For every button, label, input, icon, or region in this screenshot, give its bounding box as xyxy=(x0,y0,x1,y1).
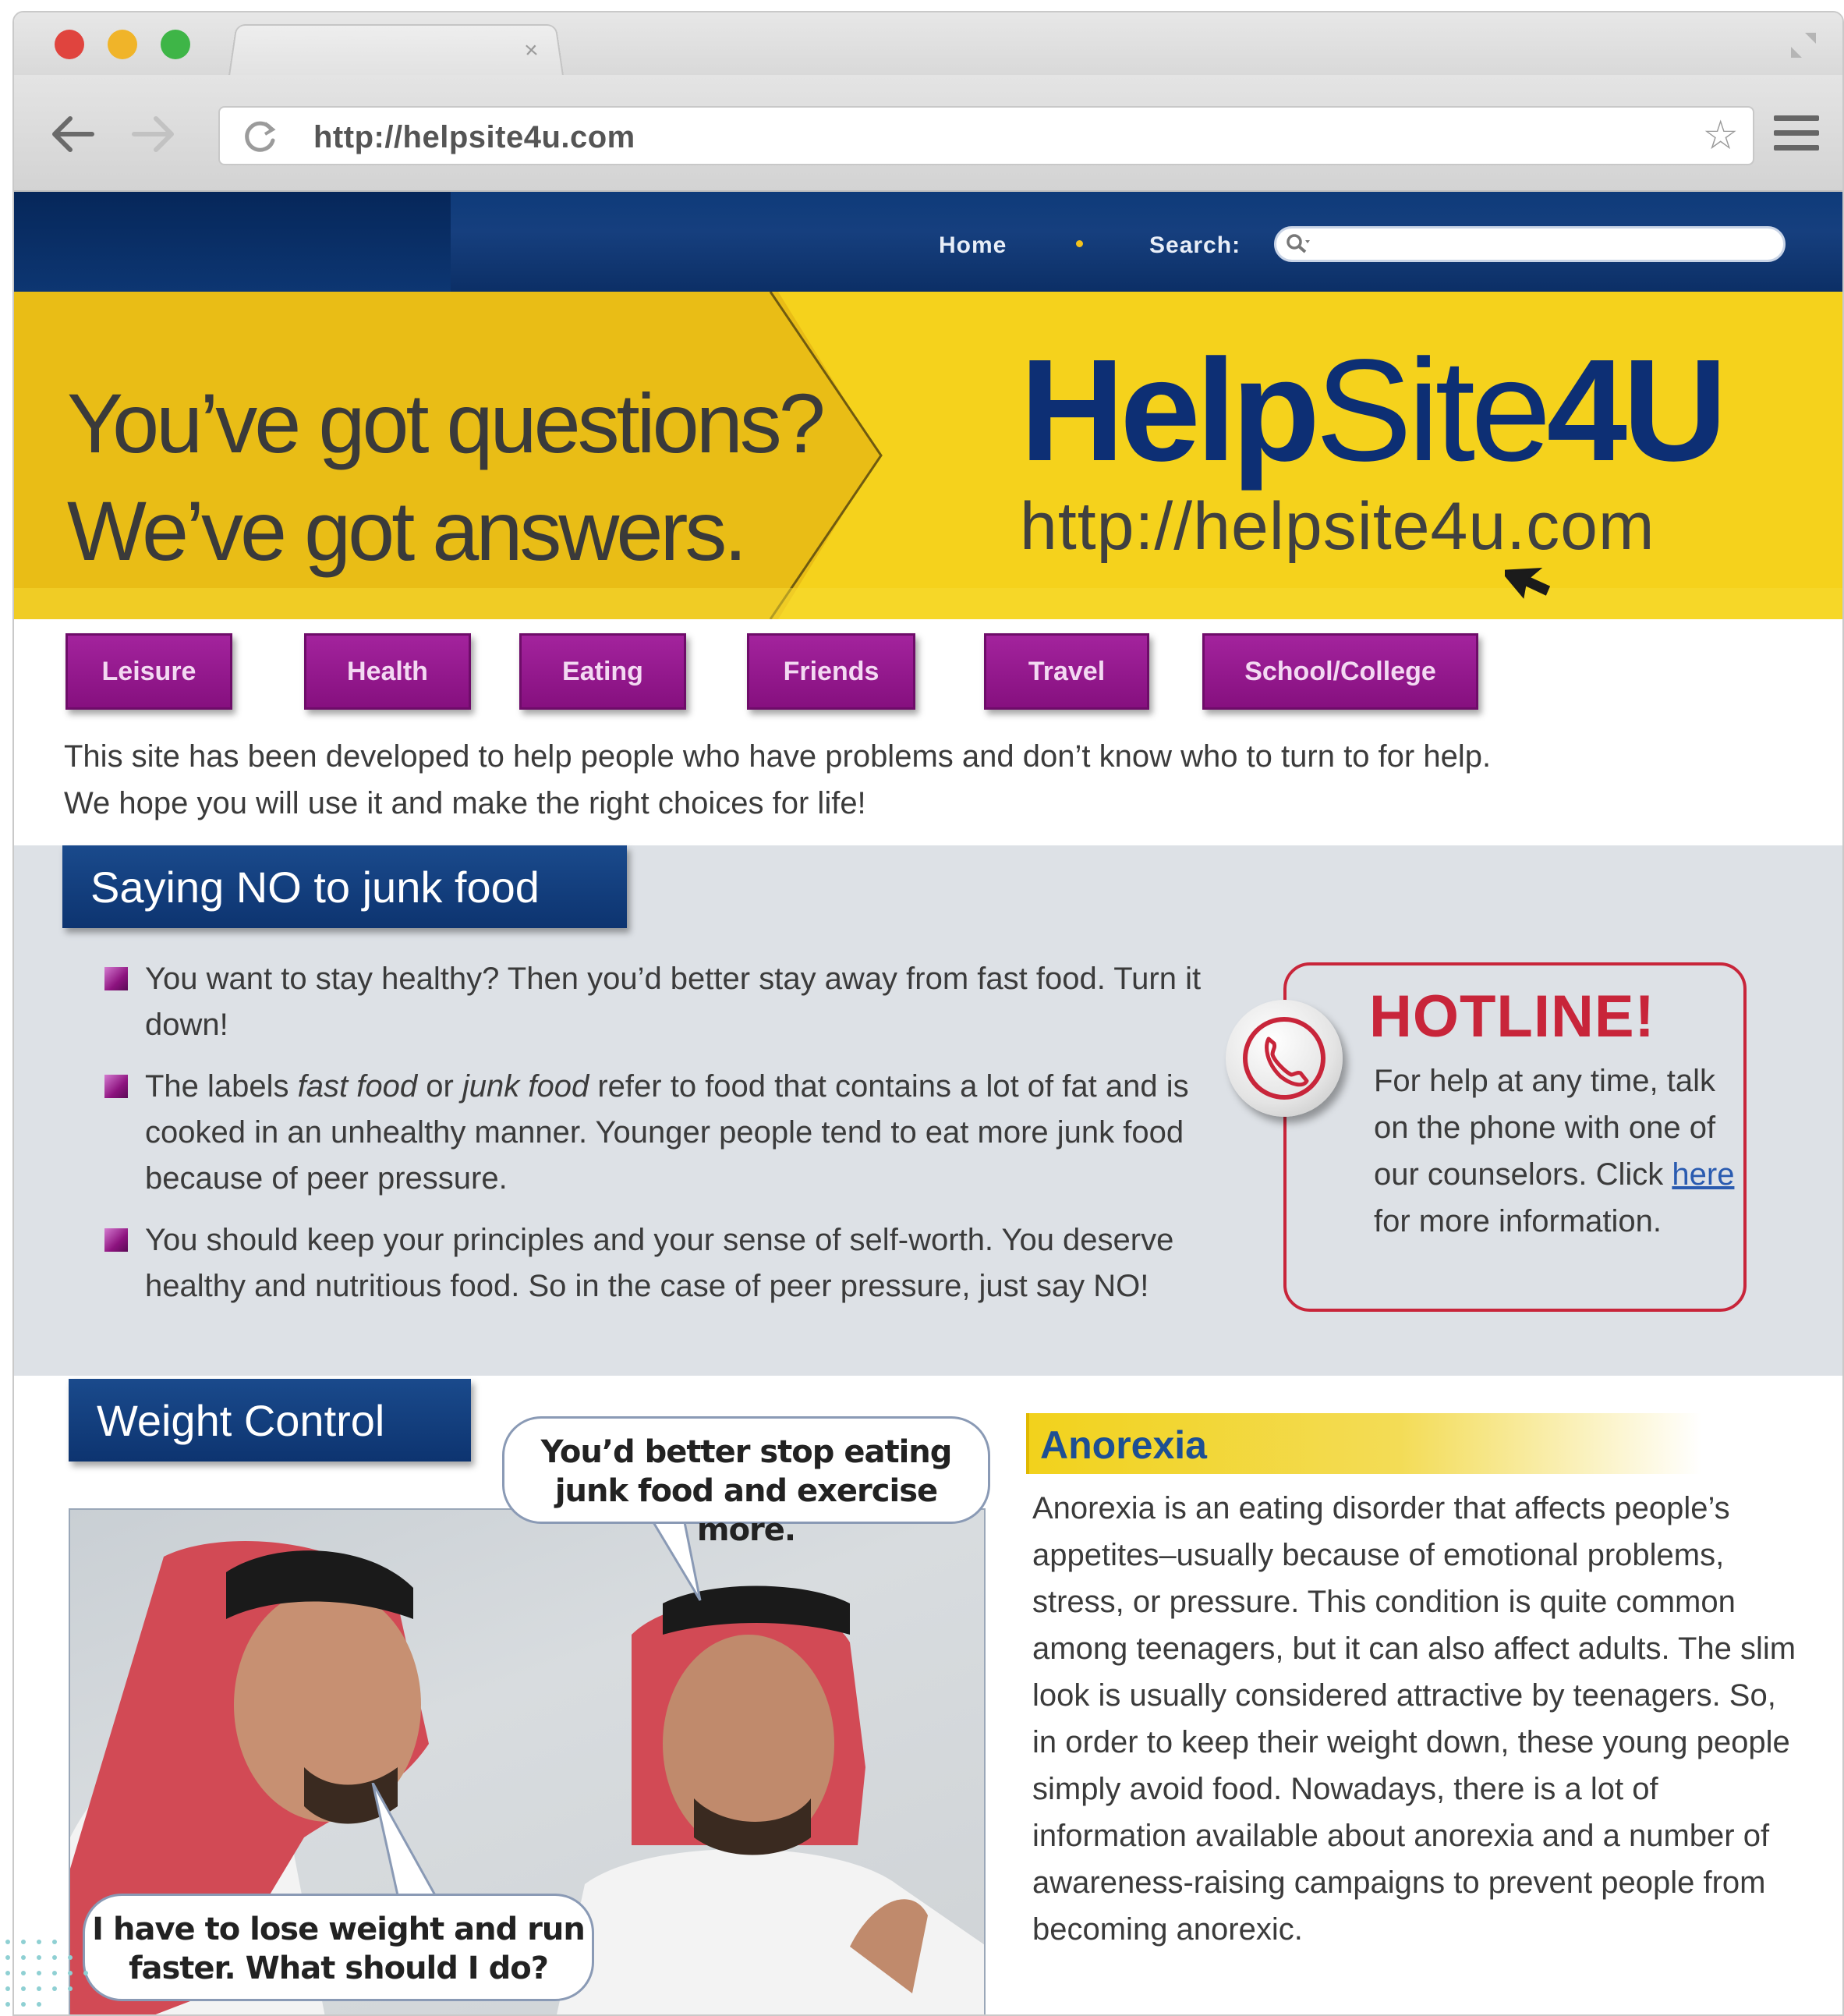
close-window-button[interactable] xyxy=(55,30,84,59)
browser-toolbar: http://helpsite4u.com ☆ xyxy=(14,75,1842,192)
list-item: The labels fast food or junk food refer … xyxy=(95,1064,1218,1202)
anorexia-title: Anorexia xyxy=(1040,1423,1207,1467)
forward-arrow-icon[interactable] xyxy=(131,112,178,156)
bullet-icon xyxy=(104,967,128,990)
weight-control-title: Weight Control xyxy=(69,1379,471,1462)
bullet-icon xyxy=(104,1075,128,1098)
speech-bubble-top: You’d better stop eating junk food and e… xyxy=(502,1416,990,1548)
list-item: You should keep your principles and your… xyxy=(95,1217,1218,1309)
category-health-button[interactable]: Health xyxy=(304,633,471,710)
site-search-input[interactable] xyxy=(1274,226,1786,262)
nav-home-link[interactable]: Home xyxy=(939,232,1007,259)
hotline-title: HOTLINE! xyxy=(1369,983,1655,1050)
zoom-window-button[interactable] xyxy=(161,30,190,59)
fullscreen-icon[interactable] xyxy=(1788,30,1819,61)
junk-food-list: You want to stay healthy? Then you’d bet… xyxy=(95,956,1218,1325)
category-friends-button[interactable]: Friends xyxy=(747,633,915,710)
browser-menu-icon[interactable] xyxy=(1774,115,1819,153)
intro-text: This site has been developed to help peo… xyxy=(64,739,1492,820)
address-bar-url[interactable]: http://helpsite4u.com xyxy=(313,120,635,155)
bookmark-star-icon[interactable]: ☆ xyxy=(1702,115,1739,156)
category-school-college-button[interactable]: School/College xyxy=(1202,633,1478,710)
decorative-dots xyxy=(5,1940,88,2007)
category-travel-button[interactable]: Travel xyxy=(984,633,1149,710)
junk-food-title: Saying NO to junk food xyxy=(62,845,627,928)
site-nav-bar: Home Search: xyxy=(14,192,1842,292)
banner-tagline: You’ve got questions? We’ve got answers. xyxy=(67,376,826,578)
bullet-icon xyxy=(104,1228,128,1252)
speech-bubble-bottom: I have to lose weight and run faster. Wh… xyxy=(83,1894,594,2001)
list-item: You want to stay healthy? Then you’d bet… xyxy=(95,956,1218,1048)
reload-icon[interactable] xyxy=(242,119,278,154)
nav-separator-dot xyxy=(1076,240,1083,247)
hero-banner: You’ve got questions? We’ve got answers.… xyxy=(14,292,1842,619)
category-eating-button[interactable]: Eating xyxy=(519,633,686,710)
search-label: Search: xyxy=(1149,232,1241,258)
mouse-cursor-icon xyxy=(1505,567,1551,599)
tab-close-icon[interactable]: × xyxy=(523,37,540,64)
back-arrow-icon[interactable] xyxy=(48,112,95,156)
title-bar: × xyxy=(14,12,1842,76)
hotline-text: For help at any time, talk on the phone … xyxy=(1374,1064,1735,1238)
minimize-window-button[interactable] xyxy=(108,30,137,59)
address-bar[interactable]: http://helpsite4u.com ☆ xyxy=(218,106,1754,165)
anorexia-text: Anorexia is an eating disorder that affe… xyxy=(1032,1491,1796,1947)
search-icon xyxy=(1287,234,1310,253)
phone-icon[interactable] xyxy=(1226,1000,1343,1117)
brand-logo: HelpSite4U xyxy=(1020,330,1727,491)
browser-window: × http://helpsite4u.com ☆ Home Search: Y… xyxy=(12,11,1844,2016)
category-leisure-button[interactable]: Leisure xyxy=(65,633,232,710)
browser-tab[interactable]: × xyxy=(228,24,564,76)
hotline-here-link[interactable]: here xyxy=(1672,1157,1734,1192)
